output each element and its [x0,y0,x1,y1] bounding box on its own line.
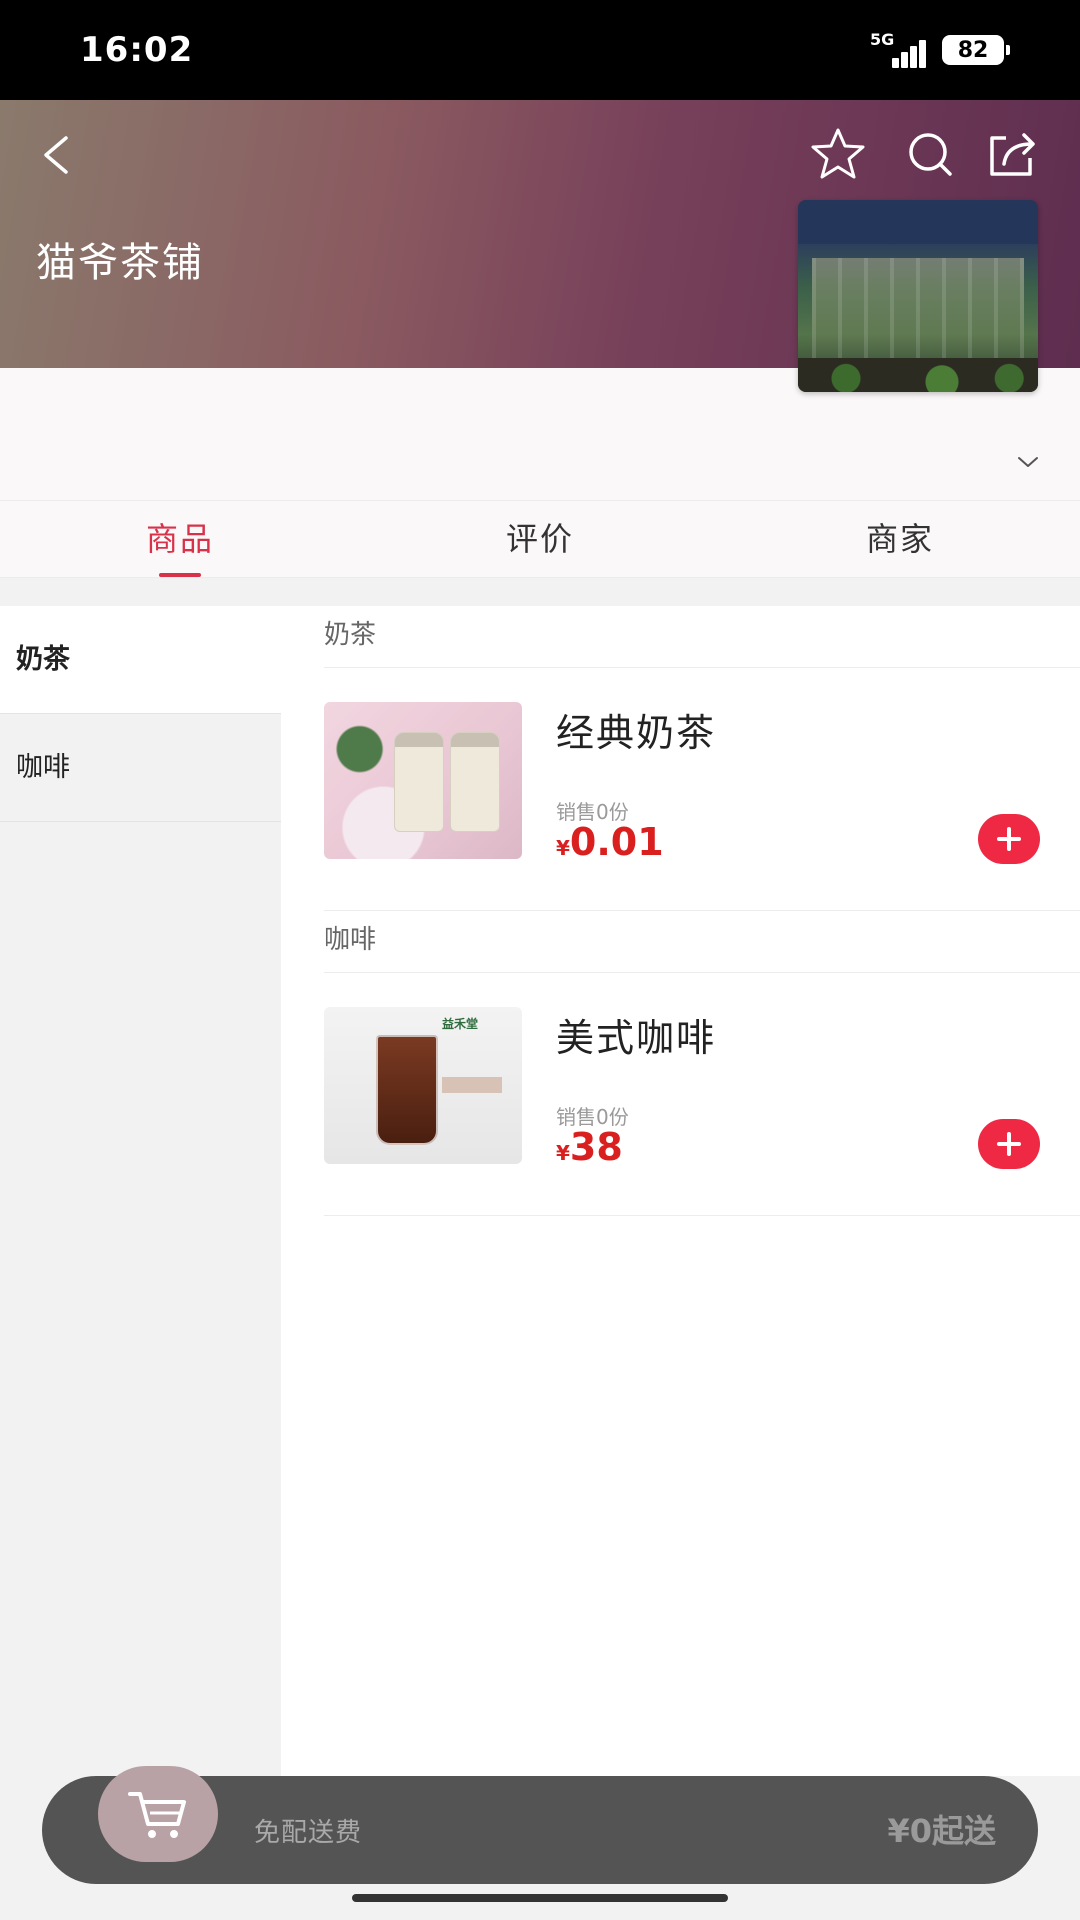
search-icon[interactable] [900,124,960,184]
tab-merchant[interactable]: 商家 [720,501,1080,577]
shop-storefront-photo [798,200,1038,392]
network-type-label: 5G [870,30,895,49]
product-name: 美式咖啡 [556,1016,717,1060]
tab-reviews[interactable]: 评价 [360,501,720,577]
product-image[interactable]: 益禾堂 [324,1007,522,1164]
product-image[interactable] [324,702,522,859]
tab-products[interactable]: 商品 [0,501,360,577]
status-time: 16:02 [80,30,194,70]
status-bar: 16:02 5G 82 [0,0,1080,100]
back-arrow-icon[interactable] [36,130,76,180]
product-name: 经典奶茶 [556,711,717,755]
section-header-milk-tea: 奶茶 [324,606,1080,668]
product-price: ¥38 [556,1125,623,1169]
shop-header: 猫爷茶铺 [0,100,1080,392]
shop-name: 猫爷茶铺 [36,240,204,286]
add-to-cart-button[interactable] [978,814,1040,864]
price-currency: ¥ [556,1141,570,1165]
status-indicators: 5G 82 [870,30,1010,68]
share-icon[interactable] [982,124,1042,184]
minimum-order-text: ¥0起送 [887,1812,996,1850]
price-value: 0.01 [569,820,664,864]
cellular-signal-icon: 5G [870,30,928,68]
battery-icon: 82 [942,35,1010,65]
favorite-star-icon[interactable] [808,124,868,184]
tab-bar: 商品 评价 商家 [0,500,1080,578]
category-milk-tea[interactable]: 奶茶 [0,606,281,714]
delivery-fee-text: 免配送费 [254,1818,363,1848]
category-coffee[interactable]: 咖啡 [0,714,281,822]
shopping-cart-icon [128,1792,186,1838]
home-indicator[interactable] [352,1894,728,1902]
cart-bar[interactable]: 免配送费 ¥0起送 [42,1766,1038,1884]
price-value: 38 [569,1125,623,1169]
category-sidebar: 奶茶 咖啡 [0,606,281,1920]
add-to-cart-button[interactable] [978,1119,1040,1169]
cart-button[interactable] [98,1766,218,1862]
product-list: 奶茶 经典奶茶 销售0份 ¥0.01 咖啡 益禾堂 美式咖啡 销售0份 ¥38 [281,606,1080,1776]
product-item[interactable]: 益禾堂 美式咖啡 销售0份 ¥38 [324,973,1080,1216]
battery-level: 82 [957,37,989,63]
section-header-coffee: 咖啡 [324,911,1080,973]
price-currency: ¥ [556,836,570,860]
chevron-down-icon[interactable] [1016,454,1040,470]
product-price: ¥0.01 [556,820,664,864]
product-item[interactable]: 经典奶茶 销售0份 ¥0.01 [324,668,1080,911]
